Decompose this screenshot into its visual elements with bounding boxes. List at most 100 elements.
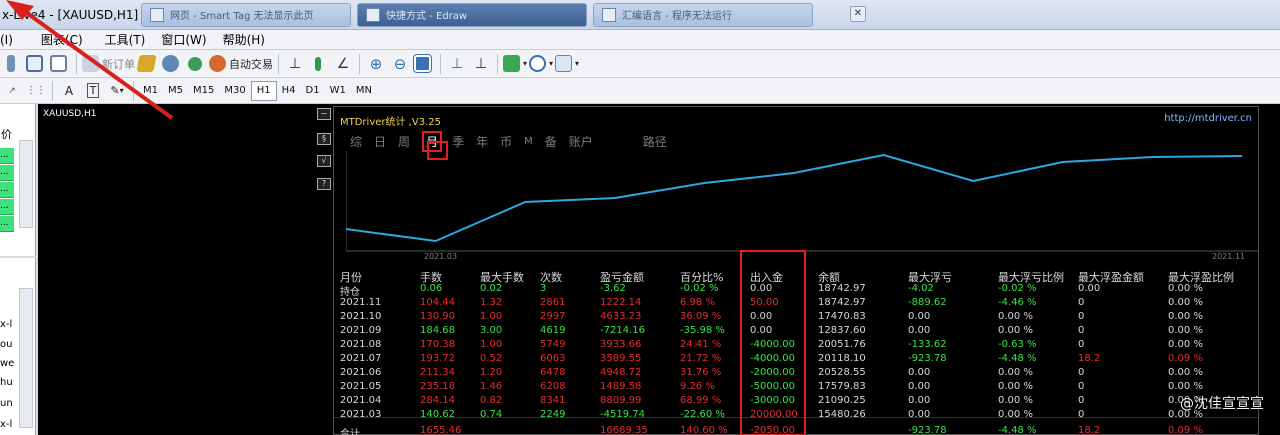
table-cell: 0.00 % xyxy=(998,409,1033,420)
watermark: @沈佳宣宣宣 xyxy=(1180,396,1264,412)
nav-path[interactable]: 路径 xyxy=(643,133,667,150)
zoom-back-icon[interactable] xyxy=(1,53,23,75)
table-cell: 3933.66 xyxy=(600,339,642,350)
zoom-out-icon[interactable]: ⊖ xyxy=(389,53,411,75)
timeframe-m15[interactable]: M15 xyxy=(188,81,219,101)
bar-chart-icon[interactable]: ⊥ xyxy=(284,53,306,75)
table-cell: -4.48 % xyxy=(998,353,1037,364)
people-icon[interactable] xyxy=(161,53,183,75)
list-item[interactable]: x-l xyxy=(0,318,20,332)
list-item[interactable]: we xyxy=(0,357,20,371)
table-cell: 0.00 % xyxy=(1168,325,1203,336)
indicators-icon[interactable]: ▾ xyxy=(503,53,527,75)
periods-icon[interactable]: ▾ xyxy=(529,53,553,75)
signal-icon[interactable] xyxy=(185,53,207,75)
table-cell: 0.00 xyxy=(908,311,931,322)
panel-url-link[interactable]: http://mtdriver.cn xyxy=(1164,113,1252,124)
menu-item-tools[interactable]: 工具(T) xyxy=(97,31,154,48)
table-cell: 0.00 xyxy=(1078,283,1101,294)
table-cell: 0 xyxy=(1078,395,1085,406)
menu-item-insert[interactable]: (I) xyxy=(0,33,21,47)
timeframe-w1[interactable]: W1 xyxy=(325,81,351,101)
arrows-icon[interactable]: ✎ ▾ xyxy=(106,80,128,102)
terminal-icon[interactable] xyxy=(49,53,71,75)
period-nav: 综 日 周 月 季 年 币 M 备 账户 路径 xyxy=(350,130,679,152)
list-item[interactable]: ou xyxy=(0,338,20,352)
window-title: x-Live4 - [XAUUSD,H1] xyxy=(2,7,139,22)
table-cell: 2021.09 xyxy=(340,325,382,336)
taskbar-tab-3[interactable]: 汇编语言 - 程序无法运行 xyxy=(593,2,813,27)
nav-week[interactable]: 周 xyxy=(398,133,410,150)
auto-scroll-icon[interactable]: ⊥ xyxy=(446,53,468,75)
table-cell: -22.60 % xyxy=(680,409,725,420)
new-order-button[interactable]: 新订单 xyxy=(82,53,135,75)
minimize-panel-button[interactable]: − xyxy=(317,108,331,120)
text-label-icon[interactable]: T xyxy=(82,80,104,102)
gold-icon[interactable] xyxy=(136,53,159,75)
list-item[interactable]: hu xyxy=(0,376,20,390)
menu-item-help[interactable]: 帮助(H) xyxy=(215,31,273,48)
panel-title: MTDriver统计 ,V3.25 xyxy=(340,117,441,128)
close-icon[interactable]: ✕ xyxy=(850,6,866,22)
market-watch-header: 价 xyxy=(1,128,12,141)
help-button[interactable]: ? xyxy=(317,178,331,190)
table-cell: 1.00 xyxy=(480,339,503,350)
table-cell: 20051.76 xyxy=(818,339,866,350)
text-icon[interactable]: A xyxy=(58,80,80,102)
timeframe-h1[interactable]: H1 xyxy=(250,80,277,101)
table-cell: 184.68 xyxy=(420,325,455,336)
market-watch-cell[interactable]: ... xyxy=(0,216,14,232)
scrollbar[interactable] xyxy=(19,140,33,228)
period-separator-icon[interactable]: ↗ xyxy=(1,80,23,102)
candle-chart-icon[interactable] xyxy=(308,53,330,75)
timeframe-m1[interactable]: M1 xyxy=(138,81,163,101)
list-item[interactable]: un xyxy=(0,397,20,411)
nav-account[interactable]: 账户 xyxy=(569,133,593,150)
nav-quarter[interactable]: 季 xyxy=(452,133,464,150)
nav-day[interactable]: 日 xyxy=(374,133,386,150)
market-watch-cell[interactable]: ... xyxy=(0,182,14,198)
scrollbar[interactable] xyxy=(19,288,33,428)
list-item[interactable]: x-l xyxy=(0,418,20,432)
templates-icon[interactable]: ▾ xyxy=(555,53,579,75)
timeframe-d1[interactable]: D1 xyxy=(301,81,325,101)
chart-shift-icon[interactable]: ⊥ xyxy=(470,53,492,75)
line-chart-icon[interactable]: ∠ xyxy=(332,53,354,75)
table-cell: 20528.55 xyxy=(818,367,866,378)
auto-trade-button[interactable]: 自动交易 xyxy=(209,53,273,75)
timeframe-m30[interactable]: M30 xyxy=(219,81,250,101)
zoom-in-icon[interactable]: ⊕ xyxy=(365,53,387,75)
table-cell: 140.62 xyxy=(420,409,455,420)
menu-item-chart[interactable]: 图表(C) xyxy=(33,31,91,48)
market-watch-panel: 价 ... ... ... ... ... xyxy=(0,104,36,256)
grid-icon[interactable]: ⋮⋮ xyxy=(25,80,47,102)
taskbar-tab-1[interactable]: 网页 - Smart Tag 无法显示此页 xyxy=(141,2,351,27)
table-cell: 284.14 xyxy=(420,395,455,406)
table-cell: 2249 xyxy=(540,409,566,420)
table-cell: 0.00 % xyxy=(998,311,1033,322)
nav-m[interactable]: M xyxy=(524,136,533,147)
nav-summary[interactable]: 综 xyxy=(350,133,362,150)
market-watch-cell[interactable]: ... xyxy=(0,199,14,215)
table-cell: 9.26 % xyxy=(680,381,715,392)
market-watch-cell[interactable]: ... xyxy=(0,165,14,181)
navigator-icon[interactable] xyxy=(25,53,47,75)
table-cell: 0.00 % xyxy=(1168,283,1203,294)
market-watch-cell[interactable]: ... xyxy=(0,148,14,164)
tile-windows-icon[interactable] xyxy=(413,53,435,75)
check-button[interactable]: √ xyxy=(317,155,331,167)
table-cell: 21.72 % xyxy=(680,353,722,364)
table-cell: 0.00 % xyxy=(998,395,1033,406)
table-cell: 170.38 xyxy=(420,339,455,350)
nav-year[interactable]: 年 xyxy=(476,133,488,150)
nav-currency[interactable]: 币 xyxy=(500,133,512,150)
menu-item-window[interactable]: 窗口(W) xyxy=(153,31,214,48)
nav-backup[interactable]: 备 xyxy=(545,133,557,150)
taskbar-tab-2[interactable]: 快捷方式 - Edraw xyxy=(357,2,587,27)
timeframe-m5[interactable]: M5 xyxy=(163,81,188,101)
settings-button[interactable]: § xyxy=(317,133,331,145)
timeframe-h4[interactable]: H4 xyxy=(277,81,301,101)
chart-window[interactable]: XAUUSD,H1 − § √ ? MTDriver统计 ,V3.25 http… xyxy=(38,104,1280,435)
table-cell: 2021.03 xyxy=(340,409,382,420)
timeframe-mn[interactable]: MN xyxy=(351,81,377,101)
